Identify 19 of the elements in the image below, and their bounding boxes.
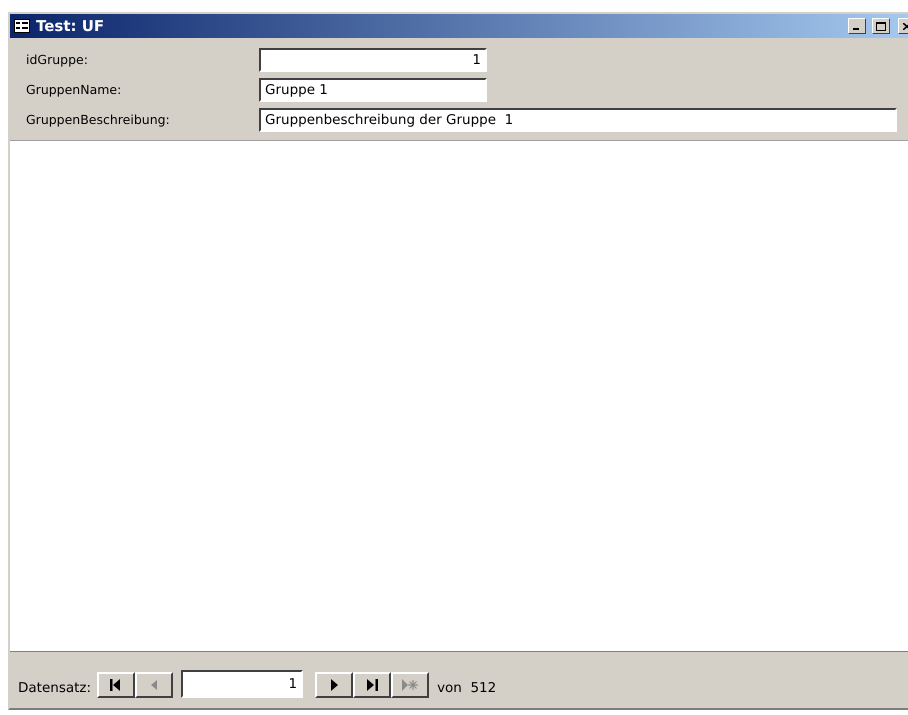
last-record-icon: [365, 678, 380, 692]
window-title: Test: UF: [36, 16, 104, 37]
text-field[interactable]: Gruppe 1: [259, 78, 487, 102]
field-label: GruppenBeschreibung:: [26, 110, 171, 129]
maximize-button[interactable]: [872, 18, 890, 34]
minimize-button[interactable]: [848, 18, 866, 34]
last-record-button[interactable]: [353, 672, 392, 698]
new-record-icon: [401, 678, 420, 692]
first-record-button[interactable]: [97, 672, 136, 698]
form-icon: [14, 19, 30, 33]
text-field[interactable]: Gruppenbeschreibung der Gruppe 1: [259, 108, 897, 132]
record-number-field[interactable]: 1: [181, 670, 304, 698]
field-label: idGruppe:: [26, 50, 89, 69]
next-record-button[interactable]: [315, 672, 354, 698]
text-field[interactable]: 1: [259, 48, 487, 72]
record-count: von 512: [437, 678, 496, 698]
maximize-icon: [876, 22, 886, 30]
field-label: GruppenName:: [26, 80, 122, 99]
record-label: Datensatz:: [18, 678, 92, 698]
